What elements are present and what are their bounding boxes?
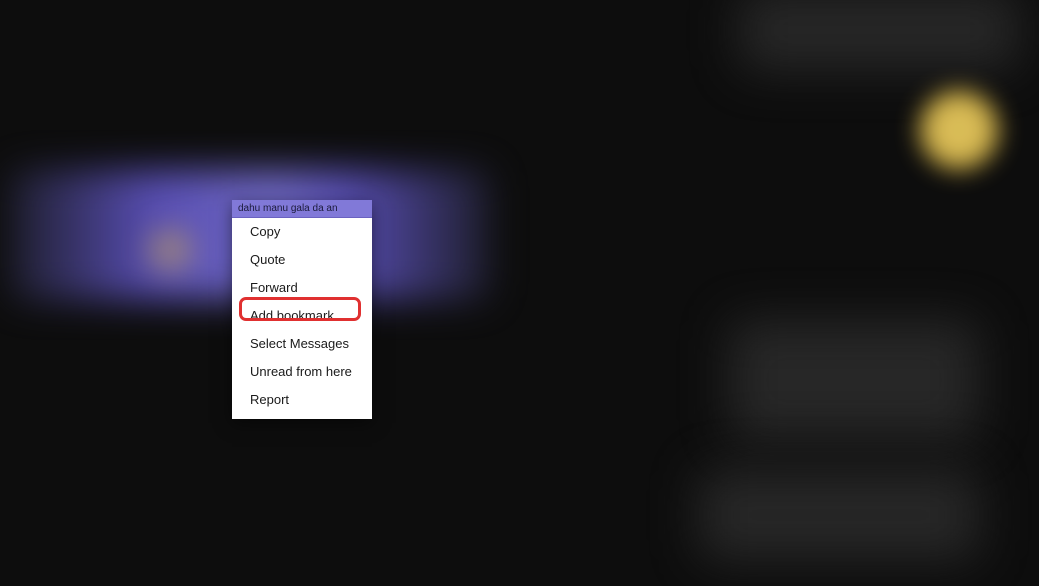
menu-item-add-bookmark[interactable]: Add bookmark xyxy=(232,302,372,330)
menu-item-report[interactable]: Report xyxy=(232,386,372,419)
menu-header-preview: dahu manu gala da an xyxy=(232,200,372,218)
menu-item-copy[interactable]: Copy xyxy=(232,218,372,246)
blurred-message-right-middle xyxy=(729,320,979,440)
blurred-message-top-right xyxy=(739,0,1019,70)
blurred-avatar-yellow xyxy=(919,90,999,170)
menu-item-unread-from-here[interactable]: Unread from here xyxy=(232,358,372,386)
blurred-avatar-left xyxy=(140,220,200,280)
blurred-message-right-bottom xyxy=(699,470,979,560)
menu-item-quote[interactable]: Quote xyxy=(232,246,372,274)
menu-item-forward[interactable]: Forward xyxy=(232,274,372,302)
menu-item-select-messages[interactable]: Select Messages xyxy=(232,330,372,358)
message-context-menu: dahu manu gala da an Copy Quote Forward … xyxy=(232,200,372,419)
